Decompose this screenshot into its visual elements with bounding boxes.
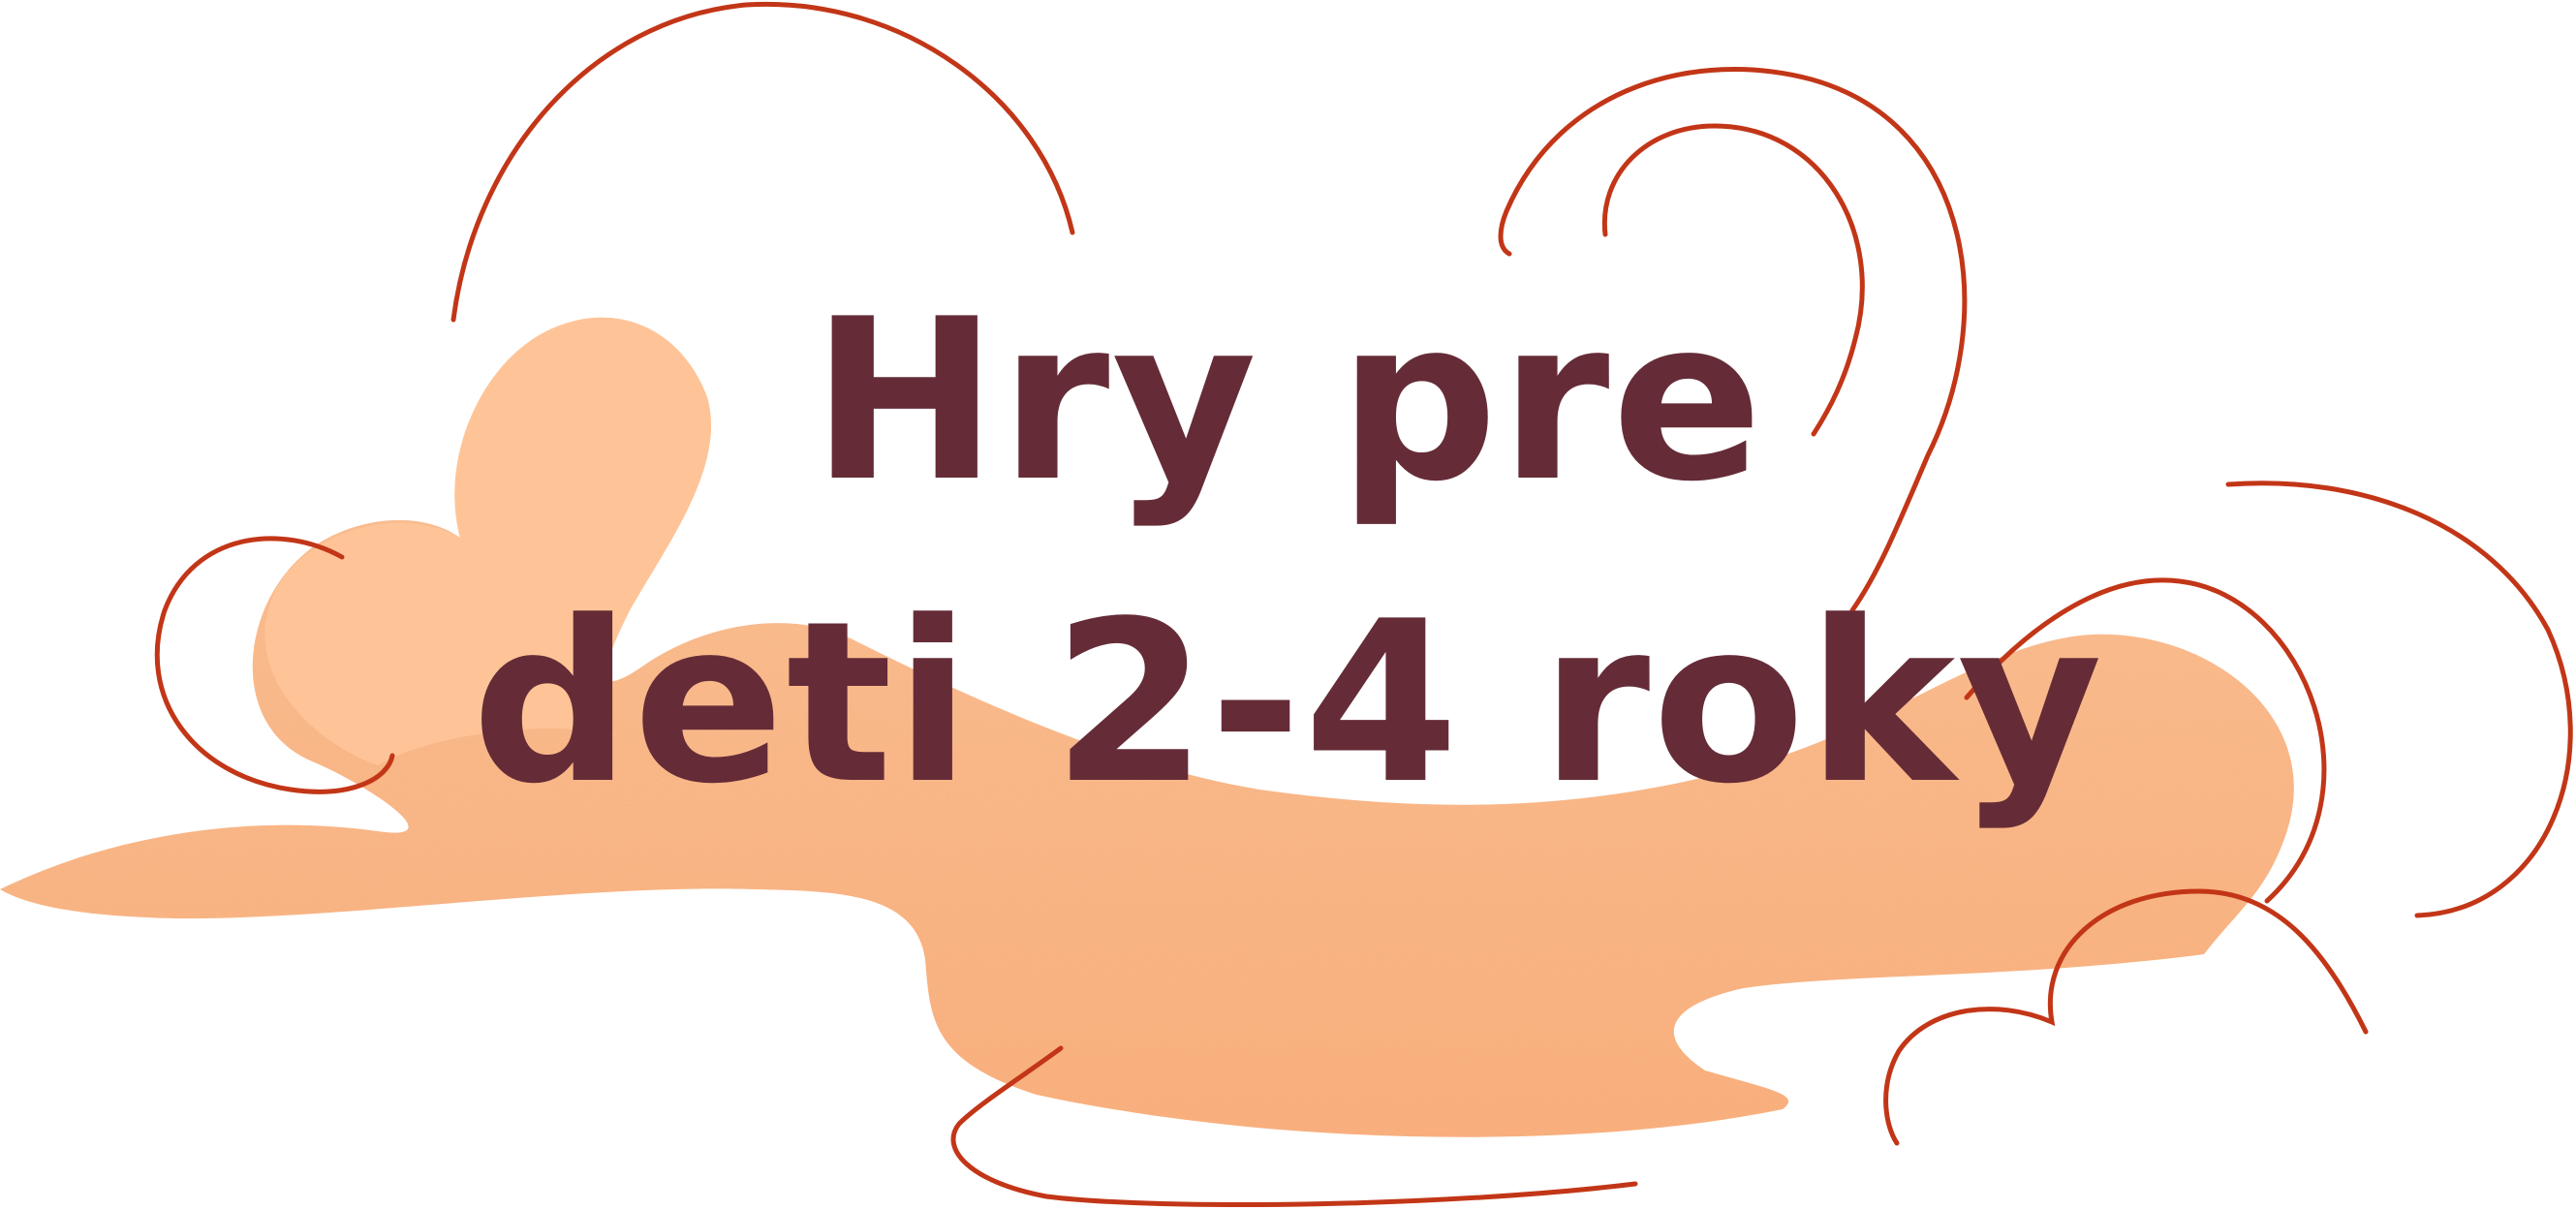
title-line-1: Hry pre [811, 272, 1765, 531]
title-line-2: deti 2-4 roky [471, 574, 2105, 833]
banner: Hry pre deti 2-4 roky [0, 0, 2576, 1210]
